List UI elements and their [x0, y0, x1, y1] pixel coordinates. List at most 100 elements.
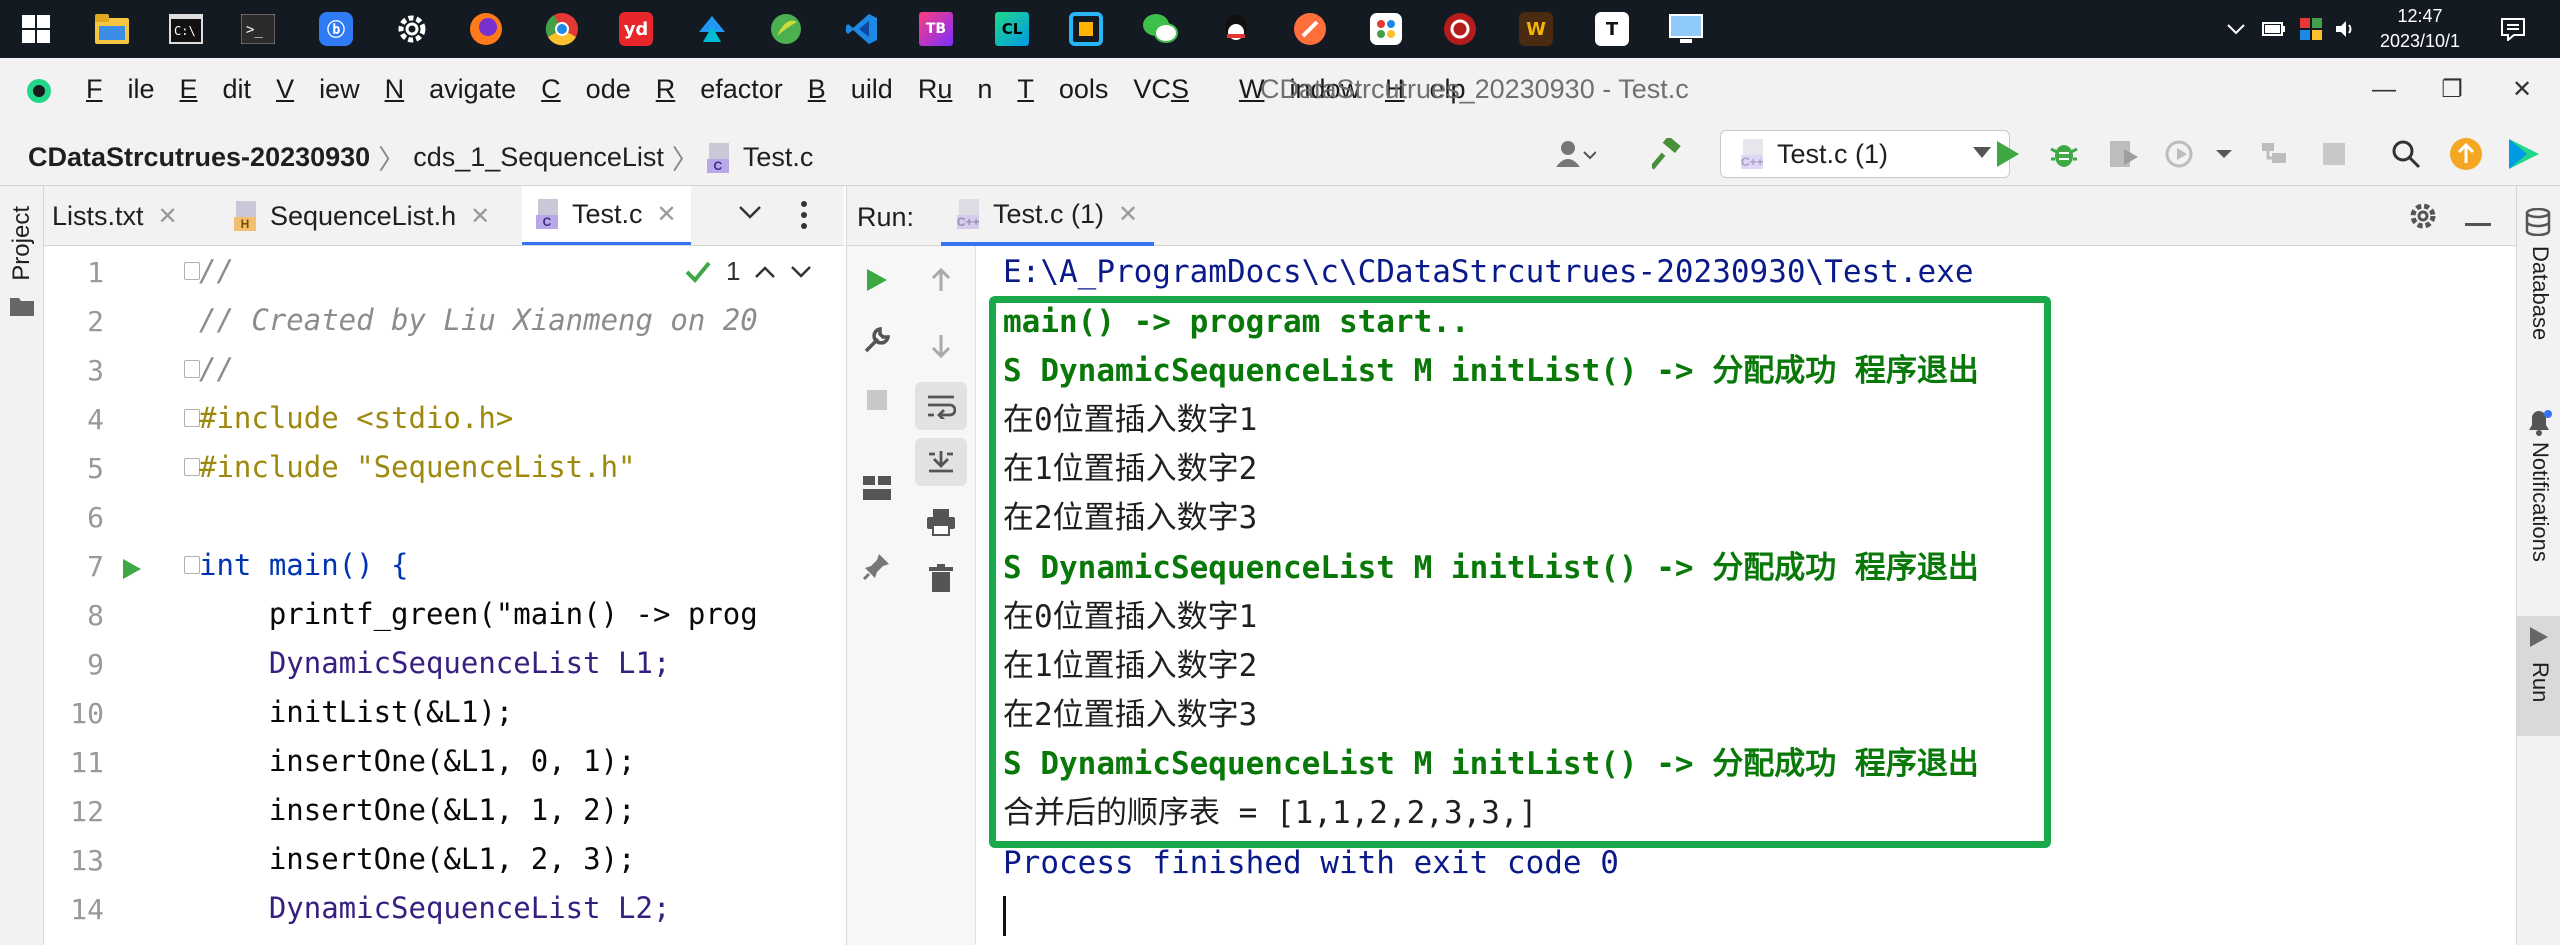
- run-gutter-play-icon[interactable]: [122, 558, 142, 585]
- menu-build[interactable]: Build: [808, 74, 893, 105]
- windows-start-icon[interactable]: [18, 11, 54, 47]
- search-icon[interactable]: [2386, 134, 2426, 174]
- typora-icon[interactable]: T: [1594, 11, 1630, 47]
- coverage-icon[interactable]: [2104, 134, 2144, 174]
- run-play-icon[interactable]: [1988, 134, 2028, 174]
- rerun-play-icon[interactable]: [857, 260, 897, 300]
- monitor-app-icon[interactable]: [1668, 11, 1704, 47]
- tab-lists-txt[interactable]: Lists.txt ✕: [44, 186, 196, 245]
- orange-app-icon[interactable]: [1292, 11, 1328, 47]
- run-configuration-select[interactable]: C++ Test.c (1): [1720, 130, 2010, 178]
- inspection-widget[interactable]: 1: [684, 256, 812, 287]
- trash-icon[interactable]: [921, 558, 961, 598]
- build-hammer-icon[interactable]: [1648, 134, 1688, 174]
- close-icon[interactable]: ✕: [470, 202, 490, 231]
- wps-icon[interactable]: W: [1518, 11, 1554, 47]
- menu-view[interactable]: View: [276, 74, 360, 105]
- layout-icon[interactable]: [857, 468, 897, 508]
- tray-chevron-icon[interactable]: [2226, 0, 2246, 58]
- fold-marker-icon[interactable]: [184, 262, 200, 280]
- close-icon[interactable]: ✕: [657, 200, 677, 229]
- profiler-icon[interactable]: [2162, 134, 2202, 174]
- colorful-tray-icon[interactable]: [2300, 0, 2322, 58]
- blue-square-app-icon[interactable]: [1068, 11, 1104, 47]
- fold-marker-icon[interactable]: [184, 556, 200, 574]
- battery-icon[interactable]: [2262, 0, 2286, 58]
- run-tab-test-c[interactable]: C++ Test.c (1) ✕: [941, 186, 1155, 246]
- fold-marker-icon[interactable]: [184, 360, 200, 378]
- multi-color-app-icon[interactable]: [694, 11, 730, 47]
- file-explorer-icon[interactable]: [94, 11, 130, 47]
- database-tool-window-button[interactable]: Database: [2527, 246, 2553, 340]
- youdao-dictionary-icon[interactable]: yd: [618, 11, 654, 47]
- run-console-output[interactable]: E:\A_ProgramDocs\c\CDataStrcutrues-20230…: [977, 246, 2516, 945]
- fold-marker-icon[interactable]: [184, 409, 200, 427]
- scroll-up-arrow-icon[interactable]: [921, 260, 961, 300]
- red-circle-app-icon[interactable]: [1442, 11, 1478, 47]
- tab-label: SequenceList.h: [270, 200, 457, 231]
- scroll-to-end-icon[interactable]: [915, 438, 967, 486]
- code-editor[interactable]: 1 2 3 4 5 6 7 8 9 10 11 12 13 14 // // C…: [44, 246, 844, 945]
- clion-app-logo-icon[interactable]: [26, 78, 52, 104]
- user-profile-icon[interactable]: [1556, 134, 1596, 174]
- run-tool-window-button[interactable]: Run: [2517, 616, 2560, 736]
- powershell-icon[interactable]: >_: [240, 11, 276, 47]
- close-icon[interactable]: ✕: [1118, 200, 1138, 229]
- baidu-netdisk-icon[interactable]: ⓑ: [318, 11, 354, 47]
- qq-icon[interactable]: [1218, 11, 1254, 47]
- firefox-icon[interactable]: [468, 11, 504, 47]
- gear-icon[interactable]: [2407, 200, 2439, 237]
- breadcrumb-file[interactable]: C Test.c: [706, 142, 813, 173]
- more-run-options-chevron-icon[interactable]: [2204, 134, 2244, 174]
- line-number: 4: [87, 403, 104, 436]
- soft-wrap-icon[interactable]: [915, 382, 967, 430]
- jetbrains-toolbox-icon[interactable]: TB: [918, 11, 954, 47]
- more-options-icon[interactable]: [800, 200, 808, 235]
- system-clock[interactable]: 12:47 2023/10/1: [2360, 4, 2480, 54]
- jetbrains-logo-icon[interactable]: [2504, 134, 2544, 174]
- update-arrow-icon[interactable]: [2446, 134, 2486, 174]
- menu-code[interactable]: Code: [541, 74, 631, 105]
- volume-icon[interactable]: [2334, 0, 2356, 58]
- vscode-icon[interactable]: [844, 11, 880, 47]
- command-prompt-icon[interactable]: C:\: [168, 11, 204, 47]
- notifications-tool-window-button[interactable]: Notifications: [2527, 442, 2553, 562]
- menu-file[interactable]: File: [86, 74, 155, 105]
- close-icon[interactable]: ✕: [158, 202, 178, 231]
- attach-debugger-icon[interactable]: [2254, 134, 2294, 174]
- maximize-button[interactable]: ❐: [2432, 70, 2472, 110]
- menu-edit[interactable]: Edit: [180, 74, 252, 105]
- wechat-icon[interactable]: [1142, 11, 1178, 47]
- green-app-icon[interactable]: [768, 11, 804, 47]
- right-tool-window-strip: Database Notifications Run: [2516, 186, 2560, 945]
- wrench-icon[interactable]: [857, 320, 897, 360]
- breadcrumb-folder[interactable]: cds_1_SequenceList: [413, 142, 664, 173]
- pin-icon[interactable]: [857, 546, 897, 586]
- close-window-button[interactable]: ✕: [2502, 70, 2542, 110]
- debug-bug-icon[interactable]: [2044, 134, 2084, 174]
- tab-sequencelist-h[interactable]: H SequenceList.h ✕: [220, 186, 508, 245]
- minimize-button[interactable]: —: [2364, 70, 2404, 110]
- print-icon[interactable]: [921, 502, 961, 542]
- line-number: 3: [87, 354, 104, 387]
- tabs-dropdown-chevron-icon[interactable]: [738, 204, 762, 225]
- menu-refactor[interactable]: Refactor: [656, 74, 783, 105]
- clion-icon[interactable]: CL: [984, 0, 1040, 58]
- baidu-app-icon[interactable]: [1368, 11, 1404, 47]
- project-tool-window-button[interactable]: Project: [8, 206, 36, 281]
- notification-center-icon[interactable]: [2500, 0, 2526, 58]
- chrome-icon[interactable]: [544, 11, 580, 47]
- stop-icon[interactable]: [857, 380, 897, 420]
- menu-tools[interactable]: Tools: [1017, 74, 1108, 105]
- settings-icon[interactable]: [394, 11, 430, 47]
- tab-test-c[interactable]: C Test.c ✕: [522, 186, 691, 245]
- line-number: 7: [87, 550, 104, 583]
- hide-panel-icon[interactable]: [2465, 214, 2491, 232]
- menu-vcs[interactable]: VCS: [1133, 74, 1214, 105]
- scroll-down-arrow-icon[interactable]: [921, 326, 961, 366]
- menu-run[interactable]: Ru n: [918, 74, 993, 105]
- fold-marker-icon[interactable]: [184, 458, 200, 476]
- breadcrumb-project[interactable]: CDataStrcutrues-20230930: [28, 142, 370, 173]
- menu-navigate[interactable]: Navigate: [385, 74, 517, 105]
- stop-icon[interactable]: [2314, 134, 2354, 174]
